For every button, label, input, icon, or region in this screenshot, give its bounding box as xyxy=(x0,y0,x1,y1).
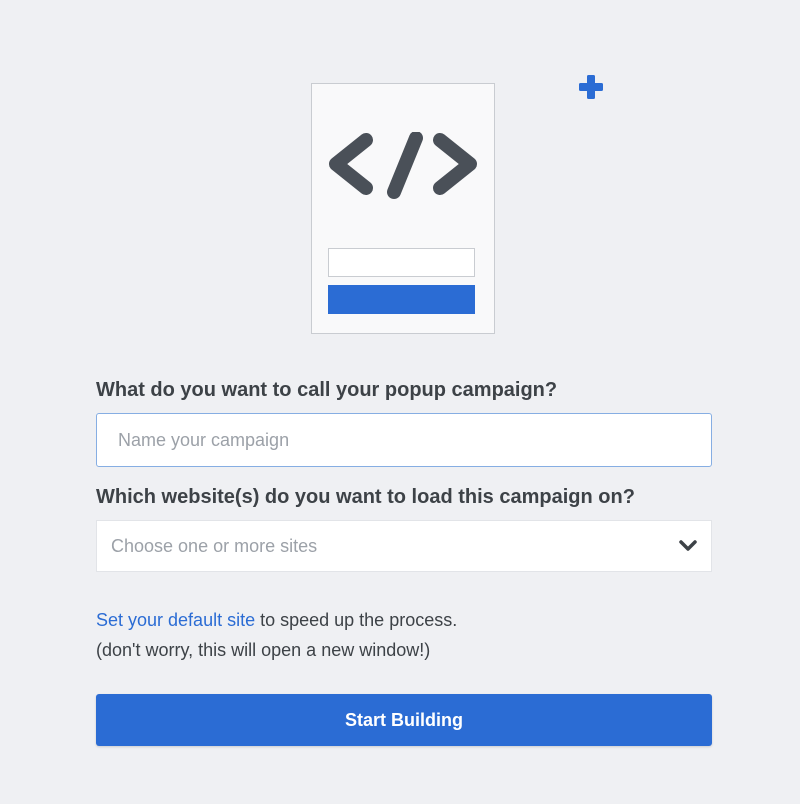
plus-icon xyxy=(579,75,603,99)
default-site-help: Set your default site to speed up the pr… xyxy=(96,605,457,665)
help-text-suffix: to speed up the process. xyxy=(255,610,458,630)
mock-input-field xyxy=(328,248,475,277)
website-select-placeholder: Choose one or more sites xyxy=(111,535,318,556)
new-window-note: (don't worry, this will open a new windo… xyxy=(96,640,431,660)
campaign-name-input[interactable] xyxy=(96,413,712,467)
website-question: Which website(s) do you want to load thi… xyxy=(96,486,635,508)
default-site-help-line: Set your default site to speed up the pr… xyxy=(96,605,457,635)
website-select[interactable]: Choose one or more sites xyxy=(96,520,712,572)
popup-illustration xyxy=(311,83,495,334)
campaign-name-question: What do you want to call your popup camp… xyxy=(96,379,558,401)
start-building-button[interactable]: Start Building xyxy=(96,694,712,746)
mock-button xyxy=(328,285,475,314)
code-brackets-icon xyxy=(329,132,477,199)
chevron-down-icon xyxy=(679,540,697,551)
set-default-site-link[interactable]: Set your default site xyxy=(96,610,255,630)
